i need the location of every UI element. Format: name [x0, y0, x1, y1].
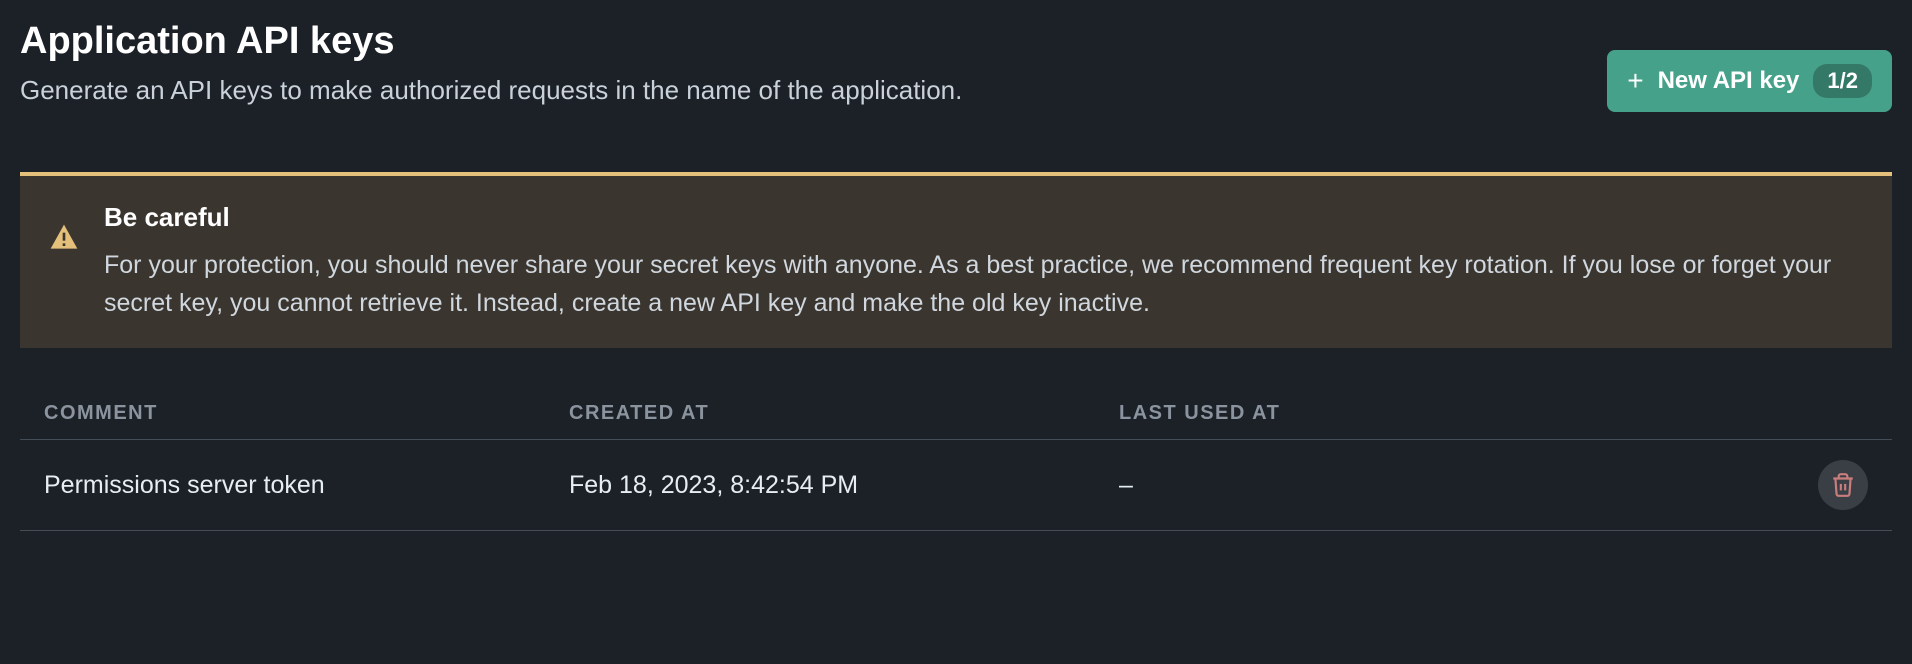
- cell-last-used-at: –: [1119, 471, 1808, 500]
- new-api-key-label: New API key: [1658, 67, 1800, 95]
- page-title: Application API keys: [20, 20, 1607, 63]
- cell-created-at: Feb 18, 2023, 8:42:54 PM: [569, 471, 1119, 500]
- plus-icon: +: [1627, 67, 1643, 95]
- column-header-comment: COMMENT: [44, 402, 569, 425]
- api-keys-table: COMMENT CREATED AT LAST USED AT Permissi…: [20, 388, 1892, 531]
- table-header-row: COMMENT CREATED AT LAST USED AT: [20, 388, 1892, 440]
- page-header: Application API keys Generate an API key…: [20, 20, 1892, 112]
- warning-title: Be careful: [104, 202, 1864, 233]
- key-count-badge: 1/2: [1813, 64, 1872, 98]
- warning-banner: Be careful For your protection, you shou…: [20, 172, 1892, 348]
- warning-icon: [48, 222, 80, 259]
- column-header-actions: [1808, 402, 1868, 425]
- cell-actions: [1808, 460, 1868, 510]
- header-text-block: Application API keys Generate an API key…: [20, 20, 1607, 106]
- column-header-created-at: CREATED AT: [569, 402, 1119, 425]
- trash-icon: [1830, 472, 1856, 498]
- delete-key-button[interactable]: [1818, 460, 1868, 510]
- column-header-last-used-at: LAST USED AT: [1119, 402, 1808, 425]
- table-row: Permissions server token Feb 18, 2023, 8…: [20, 440, 1892, 531]
- new-api-key-button[interactable]: + New API key 1/2: [1607, 50, 1892, 112]
- cell-comment: Permissions server token: [44, 471, 569, 500]
- page-subtitle: Generate an API keys to make authorized …: [20, 75, 1607, 106]
- warning-content: Be careful For your protection, you shou…: [104, 202, 1864, 322]
- warning-text: For your protection, you should never sh…: [104, 247, 1864, 322]
